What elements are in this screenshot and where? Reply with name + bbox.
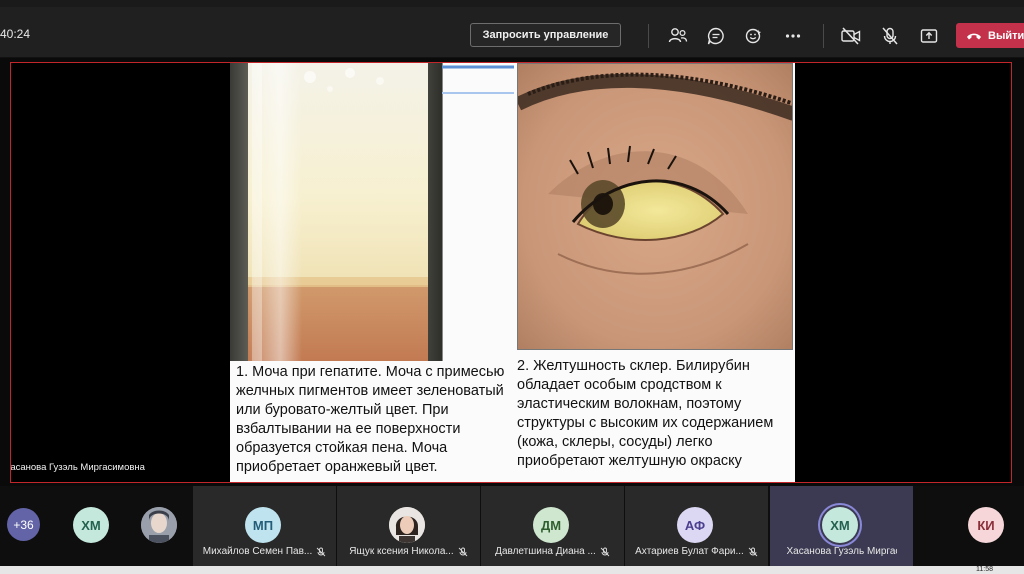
leave-button[interactable]: Выйти	[956, 23, 1024, 48]
request-control-button[interactable]: Запросить управление	[470, 23, 621, 47]
avatar[interactable]: КИ	[968, 507, 1004, 543]
shared-screen: 1. Моча при гепатите. Моча с примесью же…	[10, 62, 1012, 483]
camera-off-icon[interactable]	[839, 24, 863, 48]
participant-name: Хасанова Гузэль Миргас...	[786, 546, 897, 557]
participant-name: Ящук ксения Никола...	[349, 546, 454, 557]
avatar: ДМ	[533, 507, 569, 543]
participant-tile[interactable]: АФ Ахтариев Булат Фари...	[625, 486, 768, 566]
participant-name: Ахтариев Булат Фари...	[635, 546, 744, 557]
participant-tile-active-speaker[interactable]: ХМ Хасанова Гузэль Миргас...	[770, 486, 913, 566]
teams-meeting-window: 40:24 Запросить управление Выйти 1. Моча…	[0, 0, 1024, 574]
avatar[interactable]: ХМ	[73, 507, 109, 543]
right-caption: 2. Желтушность склер. Билирубин обладает…	[517, 358, 774, 469]
participant-name: Михайлов Семен Пав...	[202, 546, 313, 557]
participant-tile[interactable]: Ящук ксения Никола...	[337, 486, 480, 566]
phone-hangup-icon	[967, 33, 981, 39]
toolbar-divider	[648, 24, 649, 48]
title-bar	[0, 0, 1024, 7]
avatar: АФ	[677, 507, 713, 543]
slide-decoration	[442, 65, 514, 94]
avatar: МП	[245, 507, 281, 543]
leave-label: Выйти	[988, 29, 1024, 42]
participant-name-row: Хасанова Гузэль Миргас...	[770, 546, 913, 557]
chat-icon[interactable]	[704, 24, 728, 48]
participant-name-row: Ахтариев Булат Фари...	[625, 546, 768, 557]
meeting-timer: 40:24	[0, 27, 31, 41]
share-icon[interactable]	[917, 24, 941, 48]
avatar-photo	[389, 507, 425, 543]
left-caption: 1. Моча при гепатите. Моча с примесью же…	[236, 364, 505, 475]
avatar	[389, 507, 425, 543]
avatar: ХМ	[822, 507, 858, 543]
jaundiced-eye-photo	[517, 63, 793, 350]
mic-off-icon	[748, 547, 758, 556]
avatar-photo	[141, 507, 177, 543]
urine-test-tube-photo	[230, 63, 443, 361]
toolbar-divider	[823, 24, 824, 48]
avatar[interactable]	[141, 507, 177, 543]
mic-off-icon	[458, 547, 468, 556]
participant-name-row: Михайлов Семен Пав...	[193, 546, 336, 557]
participant-name: Давлетшина Диана ...	[495, 546, 596, 557]
presentation-slide: 1. Моча при гепатите. Моча с примесью же…	[230, 63, 795, 482]
more-participants-button[interactable]: +36	[7, 508, 40, 541]
participant-tile[interactable]: МП Михайлов Семен Пав...	[193, 486, 336, 566]
participants-icon[interactable]	[666, 24, 690, 48]
taskbar-clock: 11:58	[976, 566, 993, 573]
participant-tile[interactable]: ДМ Давлетшина Диана ...	[481, 486, 624, 566]
reactions-icon[interactable]	[742, 24, 766, 48]
presenter-name: Хасанова Гузэль Миргасимовна	[11, 461, 148, 474]
mic-off-icon[interactable]	[878, 24, 902, 48]
more-icon[interactable]	[781, 24, 805, 48]
mic-off-icon	[316, 547, 326, 556]
participant-name-row: Давлетшина Диана ...	[481, 546, 624, 557]
mic-off-icon	[600, 547, 610, 556]
os-taskbar: 11:58	[0, 566, 1024, 574]
participant-strip: +36 ХМ МП Михайлов Семен Пав... Ящук ксе…	[0, 486, 1024, 566]
meeting-toolbar: 40:24 Запросить управление Выйти	[0, 7, 1024, 58]
participant-name-row: Ящук ксения Никола...	[337, 546, 480, 557]
